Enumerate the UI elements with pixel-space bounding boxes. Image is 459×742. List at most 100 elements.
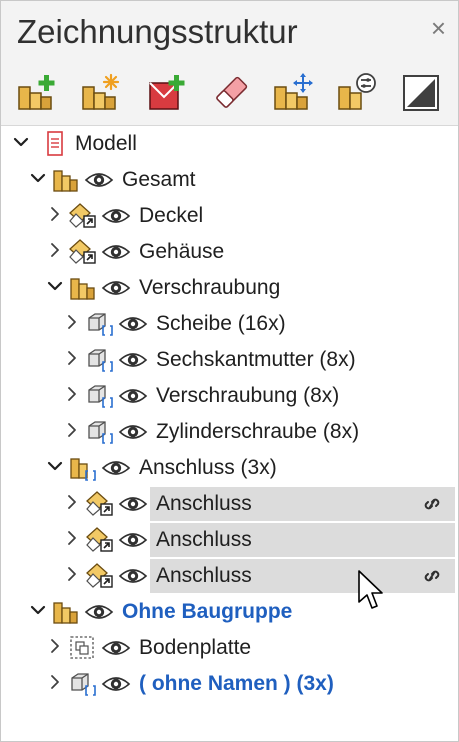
panel-title: Zeichnungsstruktur <box>17 13 298 50</box>
tree-item-label: Ohne Baugruppe <box>122 600 293 623</box>
add-assembly-button[interactable] <box>17 73 57 113</box>
eraser-button[interactable] <box>211 73 251 113</box>
tree-row[interactable]: Verschraubung <box>1 270 458 306</box>
new-assembly-button[interactable] <box>81 73 121 113</box>
tree-item-label: Gehäuse <box>139 240 225 263</box>
eye-icon[interactable] <box>84 602 114 622</box>
add-assembly-icon <box>18 75 55 110</box>
eye-icon[interactable] <box>101 242 131 262</box>
tree-item-label: Sechskantmutter (8x) <box>156 348 356 371</box>
tree-row[interactable]: Modell <box>1 126 458 162</box>
tree-row[interactable]: Gehäuse <box>1 234 458 270</box>
part-instance-icon <box>86 311 114 337</box>
assembly-icon <box>52 599 80 625</box>
tree-item-label: Verschraubung (8x) <box>156 384 340 407</box>
add-sheet-button[interactable] <box>147 73 187 113</box>
tree-item-label: ( ohne Namen ) (3x) <box>139 672 334 695</box>
part-instance-icon <box>86 383 114 409</box>
eye-icon[interactable] <box>118 422 148 442</box>
tree-row[interactable]: Verschraubung (8x) <box>1 378 458 414</box>
tree-item-label: Anschluss <box>156 528 252 551</box>
chevron-down-icon[interactable] <box>47 458 63 474</box>
tree-item-label: Gesamt <box>122 168 196 191</box>
chevron-right-icon[interactable] <box>64 314 80 330</box>
tree-item-label: Anschluss (3x) <box>139 456 277 479</box>
chevron-right-icon[interactable] <box>64 566 80 582</box>
chevron-right-icon[interactable] <box>64 494 80 510</box>
eye-icon[interactable] <box>118 494 148 514</box>
part-instance-icon <box>86 347 114 373</box>
eye-icon[interactable] <box>101 458 131 478</box>
chevron-right-icon[interactable] <box>47 206 63 222</box>
tree-row[interactable]: Bodenplatte <box>1 630 458 666</box>
new-assembly-icon <box>82 73 120 110</box>
tree-item-label: Verschraubung <box>139 276 281 299</box>
eye-icon[interactable] <box>84 170 114 190</box>
chevron-down-icon[interactable] <box>47 278 63 294</box>
assembly-icon <box>69 275 97 301</box>
chevron-down-icon[interactable] <box>13 134 29 150</box>
tree-row[interactable]: Anschluss <box>1 558 458 594</box>
eye-icon[interactable] <box>118 566 148 586</box>
tree-item-label: Deckel <box>139 204 204 227</box>
tree-row[interactable]: Sechskantmutter (8x) <box>1 342 458 378</box>
link-icon <box>421 567 443 585</box>
assembly-settings-icon <box>338 73 376 110</box>
mouse-cursor-icon <box>358 570 383 609</box>
eye-icon[interactable] <box>101 206 131 226</box>
tree-item-label: Scheibe (16x) <box>156 312 286 335</box>
eye-icon[interactable] <box>101 674 131 694</box>
chevron-right-icon[interactable] <box>47 638 63 654</box>
view-toggle-icon <box>403 75 439 111</box>
chevron-right-icon[interactable] <box>47 242 63 258</box>
chevron-down-icon[interactable] <box>30 602 46 618</box>
tree-row[interactable]: Anschluss (3x) <box>1 450 458 486</box>
eraser-icon <box>216 76 248 108</box>
assembly-settings-button[interactable] <box>337 73 377 113</box>
assembly-icon <box>52 167 80 193</box>
toolbar <box>1 61 458 126</box>
assembly-instance-icon <box>69 455 97 481</box>
tree-row[interactable]: Scheibe (16x) <box>1 306 458 342</box>
view-toggle-button[interactable] <box>401 73 441 113</box>
eye-icon[interactable] <box>101 638 131 658</box>
dashed-part-icon <box>69 635 97 661</box>
tree-item-label: Modell <box>75 132 137 155</box>
reference-part-icon <box>86 491 114 517</box>
move-assembly-icon <box>274 73 313 110</box>
eye-icon[interactable] <box>118 530 148 550</box>
tree-row[interactable]: Zylinderschraube (8x) <box>1 414 458 450</box>
tree-row[interactable]: Ohne Baugruppe <box>1 594 458 630</box>
chevron-right-icon[interactable] <box>64 386 80 402</box>
tree-item-label: Anschluss <box>156 492 252 515</box>
tree-item-label: Bodenplatte <box>139 636 252 659</box>
reference-part-icon <box>86 563 114 589</box>
tree-row[interactable]: Deckel <box>1 198 458 234</box>
chevron-right-icon[interactable] <box>47 674 63 690</box>
tree-row[interactable]: ( ohne Namen ) (3x) <box>1 666 458 702</box>
part-instance-icon <box>86 419 114 445</box>
part-instance-icon <box>69 671 97 697</box>
add-sheet-icon <box>149 75 185 110</box>
chevron-right-icon[interactable] <box>64 530 80 546</box>
move-assembly-button[interactable] <box>273 73 313 113</box>
eye-icon[interactable] <box>101 278 131 298</box>
tree-row[interactable]: Anschluss <box>1 522 458 558</box>
eye-icon[interactable] <box>118 350 148 370</box>
tree-item-label: Anschluss <box>156 564 252 587</box>
tree-row[interactable]: Anschluss <box>1 486 458 522</box>
tree-item-label: Zylinderschraube (8x) <box>156 420 360 443</box>
drawing-structure-panel: Zeichnungsstruktur × Modell Gesamt Decke… <box>0 0 459 742</box>
eye-icon[interactable] <box>118 386 148 406</box>
reference-part-icon <box>69 203 97 229</box>
reference-part-icon <box>69 239 97 265</box>
tree-row[interactable]: Gesamt <box>1 162 458 198</box>
link-icon <box>421 495 443 513</box>
close-icon[interactable]: × <box>431 15 446 41</box>
chevron-down-icon[interactable] <box>30 170 46 186</box>
chevron-right-icon[interactable] <box>64 422 80 438</box>
chevron-right-icon[interactable] <box>64 350 80 366</box>
eye-icon[interactable] <box>118 314 148 334</box>
panel-titlebar: Zeichnungsstruktur × <box>1 1 458 61</box>
document-icon <box>41 131 69 157</box>
